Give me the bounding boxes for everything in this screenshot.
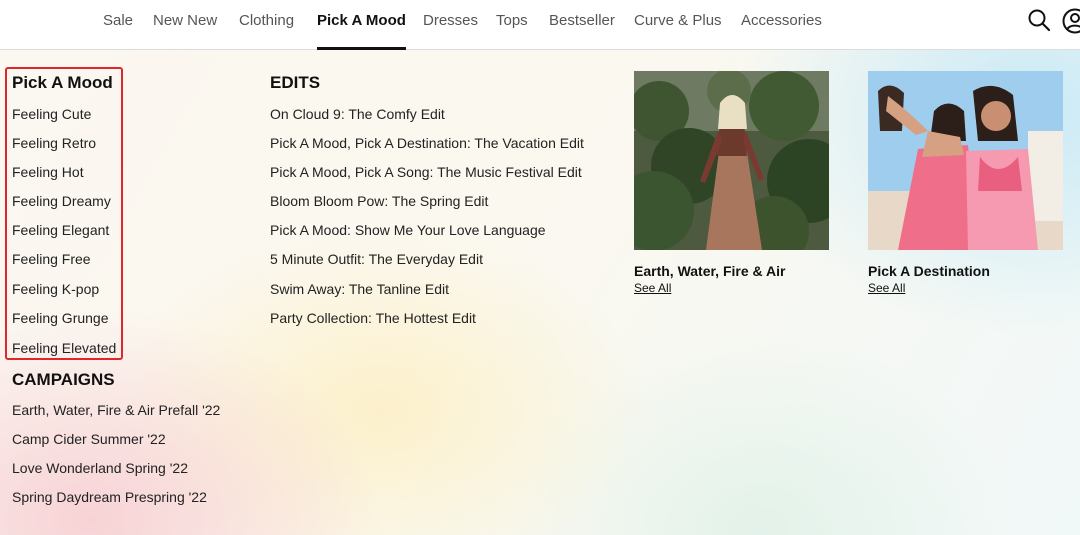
- nav-item-dresses[interactable]: Dresses: [423, 0, 478, 50]
- nav-item-accessories[interactable]: Accessories: [741, 0, 822, 50]
- nav-item-sale[interactable]: Sale: [103, 0, 133, 50]
- mood-link-free[interactable]: Feeling Free: [12, 251, 91, 267]
- top-navigation: Sale New New Clothing Pick A Mood Dresse…: [0, 0, 1080, 50]
- mood-link-elevated[interactable]: Feeling Elevated: [12, 340, 116, 356]
- mood-link-retro[interactable]: Feeling Retro: [12, 135, 96, 151]
- account-icon[interactable]: [1062, 8, 1080, 34]
- edit-link-love-language[interactable]: Pick A Mood: Show Me Your Love Language: [270, 222, 546, 238]
- edits-heading[interactable]: EDITS: [270, 73, 320, 93]
- promo-image-pick-a-destination[interactable]: [868, 71, 1063, 250]
- mood-link-grunge[interactable]: Feeling Grunge: [12, 310, 109, 326]
- promo-image-earth-water-fire-air[interactable]: [634, 71, 829, 250]
- nav-item-new-new[interactable]: New New: [153, 0, 217, 50]
- campaign-link-spring-22[interactable]: Love Wonderland Spring '22: [12, 460, 188, 476]
- nav-item-bestseller[interactable]: Bestseller: [549, 0, 615, 50]
- mood-link-elegant[interactable]: Feeling Elegant: [12, 222, 109, 238]
- nav-item-clothing[interactable]: Clothing: [239, 0, 294, 50]
- promo-title-pick-a-destination[interactable]: Pick A Destination: [868, 263, 990, 279]
- nav-item-curve-plus[interactable]: Curve & Plus: [634, 0, 722, 50]
- edit-link-spring[interactable]: Bloom Bloom Pow: The Spring Edit: [270, 193, 488, 209]
- campaigns-heading[interactable]: CAMPAIGNS: [12, 370, 115, 390]
- edit-link-hottest[interactable]: Party Collection: The Hottest Edit: [270, 310, 476, 326]
- edit-link-vacation[interactable]: Pick A Mood, Pick A Destination: The Vac…: [270, 135, 584, 151]
- mood-link-dreamy[interactable]: Feeling Dreamy: [12, 193, 111, 209]
- mood-link-hot[interactable]: Feeling Hot: [12, 164, 84, 180]
- edit-link-tanline[interactable]: Swim Away: The Tanline Edit: [270, 281, 449, 297]
- campaign-link-summer-22[interactable]: Camp Cider Summer '22: [12, 431, 166, 447]
- edit-link-everyday[interactable]: 5 Minute Outfit: The Everyday Edit: [270, 251, 483, 267]
- pick-a-mood-heading[interactable]: Pick A Mood: [12, 73, 113, 93]
- search-icon[interactable]: [1027, 8, 1051, 32]
- edit-link-music-festival[interactable]: Pick A Mood, Pick A Song: The Music Fest…: [270, 164, 582, 180]
- promo-title-earth-water-fire-air[interactable]: Earth, Water, Fire & Air: [634, 263, 785, 279]
- edit-link-comfy[interactable]: On Cloud 9: The Comfy Edit: [270, 106, 445, 122]
- promo-see-all-pick-a-destination[interactable]: See All: [868, 281, 905, 295]
- nav-item-pick-a-mood[interactable]: Pick A Mood: [317, 0, 406, 50]
- mood-link-cute[interactable]: Feeling Cute: [12, 106, 91, 122]
- mood-link-kpop[interactable]: Feeling K-pop: [12, 281, 99, 297]
- nav-item-tops[interactable]: Tops: [496, 0, 528, 50]
- campaign-link-prespring-22[interactable]: Spring Daydream Prespring '22: [12, 489, 207, 505]
- campaign-link-prefall-22[interactable]: Earth, Water, Fire & Air Prefall '22: [12, 402, 220, 418]
- promo-see-all-earth-water-fire-air[interactable]: See All: [634, 281, 671, 295]
